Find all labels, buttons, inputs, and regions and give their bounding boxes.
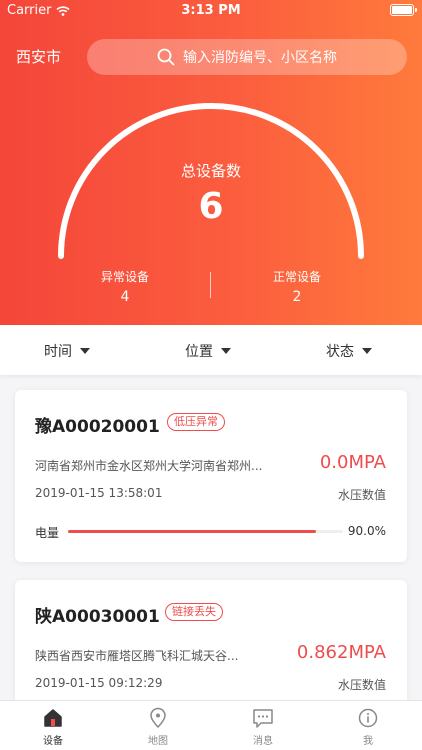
- tab-devices-label: 设备: [43, 736, 63, 747]
- search-icon: [157, 48, 175, 66]
- clock: 3:13 PM: [181, 3, 241, 18]
- battery-icon: [390, 4, 417, 16]
- dropdown-arrow-icon: [80, 348, 90, 354]
- normal-devices-label: 正常设备: [272, 270, 321, 284]
- filter-bar: 时间 位置 状态: [0, 325, 422, 375]
- device-address: 河南省郑州市金水区郑州大学河南省郑州...: [35, 459, 263, 473]
- pressure-label: 水压数值: [337, 488, 386, 502]
- stat-divider: [210, 272, 211, 298]
- home-icon: [44, 709, 62, 727]
- battery-label: 电量: [35, 526, 60, 540]
- normal-devices-stat[interactable]: 正常设备 2: [237, 268, 357, 305]
- device-timestamp: 2019-01-15 13:58:01: [35, 486, 163, 500]
- filter-location-label: 位置: [185, 344, 213, 360]
- city-selector[interactable]: 西安市: [16, 46, 61, 67]
- device-address: 陕西省西安市雁塔区腾飞科汇城天谷...: [35, 649, 239, 663]
- abnormal-devices-stat[interactable]: 异常设备 4: [65, 268, 185, 305]
- summary-header: Carrier 3:13 PM 西安市 输入消防编号、小区名称 总设备数 6 异…: [0, 0, 422, 325]
- battery-progress-fill: [68, 530, 316, 533]
- message-icon: [253, 709, 273, 728]
- device-card[interactable]: 陕A00030001 链接丢失 陕西省西安市雁塔区腾飞科汇城天谷... 0.86…: [15, 580, 407, 710]
- dropdown-arrow-icon: [362, 348, 372, 354]
- profile-icon: [358, 708, 378, 728]
- total-devices-label: 总设备数: [180, 162, 241, 180]
- abnormal-devices-label: 异常设备: [100, 270, 149, 284]
- tab-messages-label: 消息: [253, 736, 273, 747]
- total-devices-value: 6: [198, 186, 224, 227]
- tab-bar: 设备 地图 消息 我: [0, 700, 422, 750]
- filter-time-label: 时间: [44, 344, 72, 360]
- status-badge: 低压异常: [167, 413, 225, 431]
- pressure-label: 水压数值: [337, 678, 386, 692]
- device-id: 豫A00020001: [35, 417, 160, 437]
- device-timestamp: 2019-01-15 09:12:29: [35, 676, 163, 690]
- status-bar: Carrier 3:13 PM: [0, 0, 422, 22]
- filter-time[interactable]: 时间: [44, 341, 90, 361]
- filter-status[interactable]: 状态: [326, 341, 372, 361]
- tab-map[interactable]: 地图: [128, 707, 188, 747]
- battery-value: 90.0%: [347, 524, 386, 538]
- filter-location[interactable]: 位置: [185, 341, 231, 361]
- tab-profile[interactable]: 我: [338, 707, 398, 747]
- device-card[interactable]: 豫A00020001 低压异常 河南省郑州市金水区郑州大学河南省郑州... 0.…: [15, 390, 407, 562]
- device-id: 陕A00030001: [35, 607, 160, 627]
- status-badge: 链接丢失: [165, 603, 223, 621]
- normal-devices-value: 2: [292, 289, 302, 305]
- pressure-value: 0.0MPA: [319, 452, 386, 473]
- filter-status-label: 状态: [326, 344, 354, 360]
- dropdown-arrow-icon: [221, 348, 231, 354]
- abnormal-devices-value: 4: [120, 289, 130, 305]
- tab-messages[interactable]: 消息: [233, 707, 293, 747]
- tab-map-label: 地图: [148, 736, 168, 747]
- search-placeholder: 输入消防编号、小区名称: [183, 50, 337, 66]
- search-input[interactable]: 输入消防编号、小区名称: [87, 39, 407, 75]
- pressure-value: 0.862MPA: [296, 642, 386, 663]
- location-pin-icon: [150, 707, 166, 729]
- tab-devices[interactable]: 设备: [23, 707, 83, 747]
- tab-profile-label: 我: [363, 736, 373, 747]
- battery-progress-bar: [68, 530, 343, 533]
